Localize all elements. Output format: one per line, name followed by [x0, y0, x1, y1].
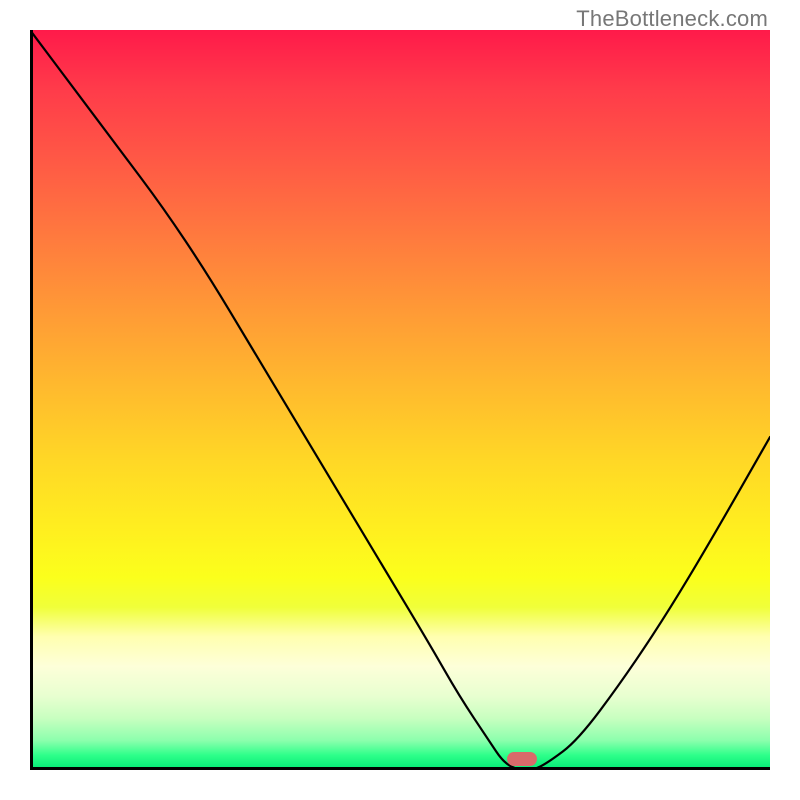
- optimal-point-marker: [507, 752, 537, 766]
- bottleneck-chart: TheBottleneck.com: [0, 0, 800, 800]
- bottleneck-curve-line: [30, 30, 770, 770]
- watermark-text: TheBottleneck.com: [576, 6, 768, 32]
- chart-curve-layer: [30, 30, 770, 770]
